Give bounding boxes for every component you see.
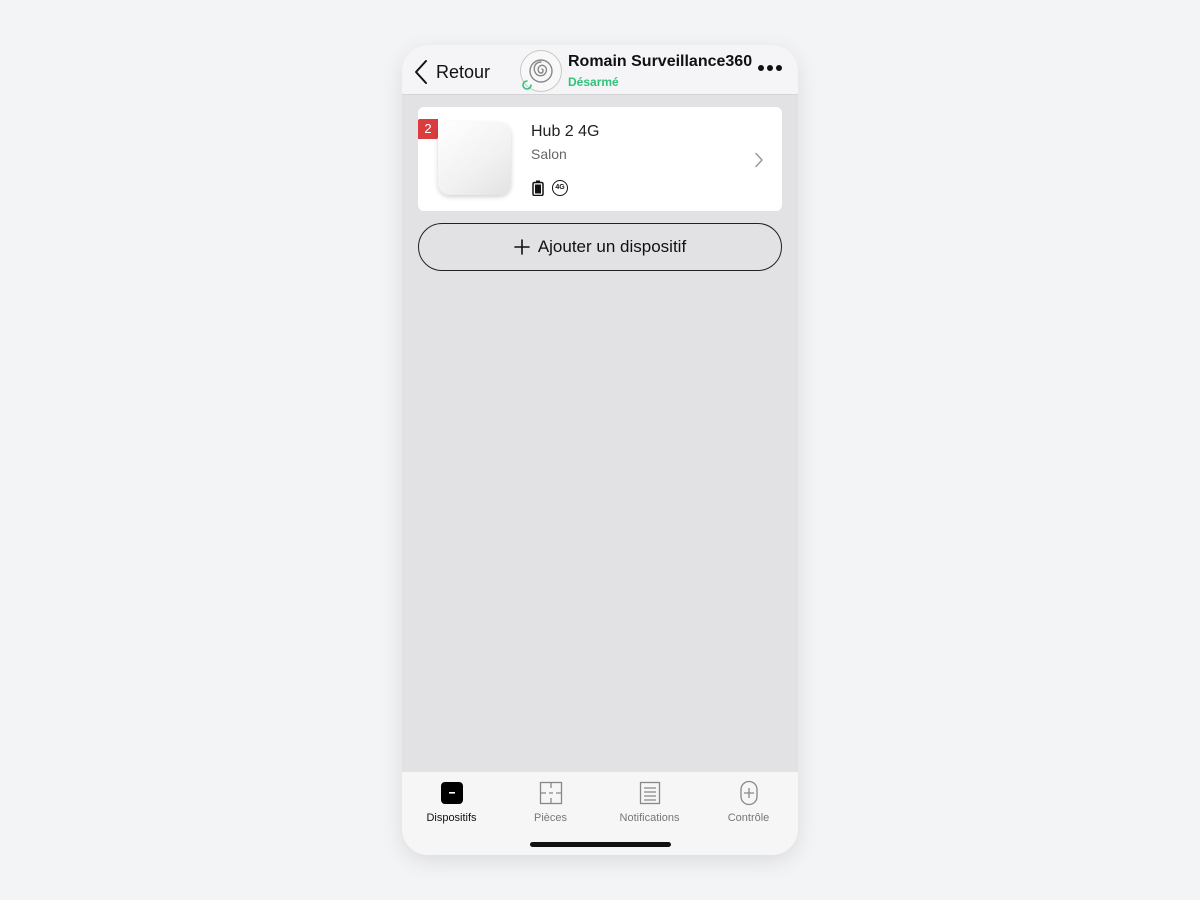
- hub-status: Désarmé: [568, 75, 619, 89]
- tab-controle[interactable]: Contrôle: [699, 780, 798, 824]
- device-status-icons: 4G: [532, 180, 568, 196]
- add-device-label: Ajouter un dispositif: [537, 237, 687, 256]
- rooms-icon: [539, 781, 562, 805]
- more-dot-icon: [776, 65, 782, 71]
- sync-spinner-icon: [522, 80, 532, 90]
- device-card[interactable]: 2 Hub 2 4G Salon 4G: [418, 107, 782, 211]
- hub-device-image: [438, 122, 511, 195]
- chevron-left-icon: [415, 60, 427, 84]
- tab-label: Pièces: [533, 812, 568, 824]
- phone-screen: Retour Romain Surveillance360 Désarmé 2 …: [402, 45, 798, 855]
- plus-icon: [514, 239, 530, 255]
- device-name: Hub 2 4G: [531, 123, 600, 140]
- devices-icon: [440, 782, 463, 804]
- control-icon: [739, 780, 758, 806]
- notification-badge: 2: [418, 119, 438, 139]
- more-dot-icon: [767, 65, 773, 71]
- tab-label: Contrôle: [727, 812, 770, 824]
- 4g-signal-icon: 4G: [552, 180, 568, 196]
- hub-avatar[interactable]: [520, 50, 562, 92]
- tab-notifications[interactable]: Notifications: [600, 780, 699, 824]
- tab-pieces[interactable]: Pièces: [501, 780, 600, 824]
- back-button[interactable]: Retour: [414, 59, 490, 85]
- more-options-button[interactable]: [758, 65, 782, 71]
- add-device-button[interactable]: Ajouter un dispositif: [418, 223, 782, 271]
- chevron-right-icon: [755, 152, 763, 168]
- back-label: Retour: [436, 61, 491, 82]
- tab-label: Dispositifs: [426, 812, 477, 824]
- notifications-icon: [639, 781, 660, 805]
- battery-icon: [532, 180, 544, 196]
- tab-dispositifs[interactable]: Dispositifs: [402, 780, 501, 824]
- device-room: Salon: [531, 146, 567, 162]
- more-dot-icon: [758, 65, 764, 71]
- top-bar: Retour Romain Surveillance360 Désarmé: [402, 45, 798, 95]
- home-indicator[interactable]: [530, 842, 671, 847]
- hub-name: Romain Surveillance360: [568, 53, 753, 70]
- tab-label: Notifications: [619, 812, 680, 824]
